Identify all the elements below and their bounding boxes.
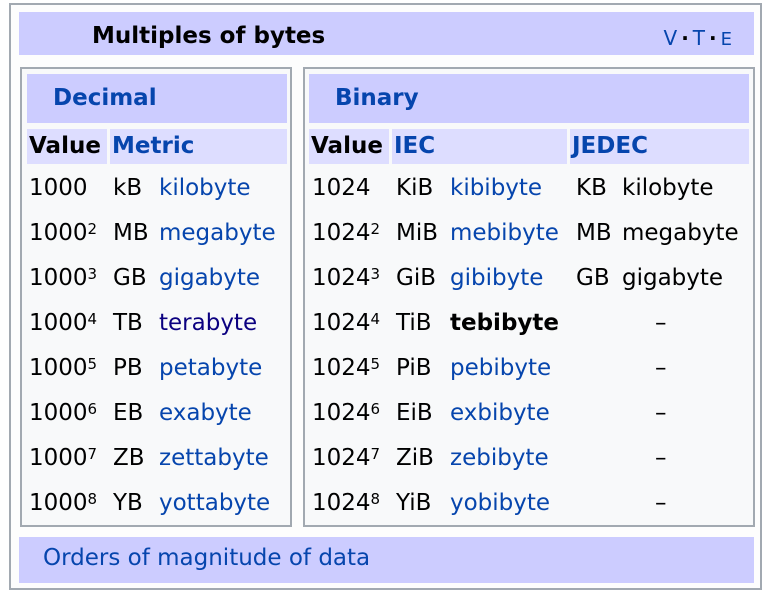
binary-row-5-symbol: PiB (396, 355, 432, 381)
multiples-of-bytes-navbox: Multiples of bytes V · T · E Decimal Value M… (9, 3, 762, 590)
binary-row-1-symbol: KiB (396, 175, 434, 201)
zebibyte-link[interactable]: zebibyte (450, 443, 549, 473)
binary-row-5-value: 10245 (312, 355, 381, 381)
binary-row-2-symbol: MiB (396, 220, 439, 246)
iec-header-link[interactable]: IEC (392, 129, 567, 164)
binary-row-7-value: 10247 (312, 445, 381, 471)
decimal-row-5-symbol: PB (113, 355, 143, 381)
binary-row-8-value: 10248 (312, 490, 381, 516)
decimal-row-7-symbol: ZB (113, 445, 145, 471)
binary-panel: Binary Value IEC JEDEC 1024 KiB kibibyte… (303, 67, 755, 527)
jedec-header-link[interactable]: JEDEC (570, 129, 749, 164)
decimal-row-2-symbol: MB (113, 220, 149, 246)
exabyte-link[interactable]: exabyte (159, 398, 252, 428)
decimal-heading-link[interactable]: Decimal (27, 74, 287, 123)
decimal-row-7-value: 10007 (29, 445, 98, 471)
exbibyte-link[interactable]: exbibyte (450, 398, 550, 428)
jedec-row-7-dash: – (655, 445, 667, 471)
binary-row-6-symbol: EiB (396, 400, 433, 426)
decimal-row-6-value: 10006 (29, 400, 98, 426)
binary-row-4-symbol: TiB (396, 310, 432, 336)
zettabyte-link[interactable]: zettabyte (159, 443, 269, 473)
navbox-footer: Orders of magnitude of data (19, 537, 754, 583)
jedec-row-4-dash: – (655, 310, 667, 336)
vte-links: V · T · E (663, 26, 733, 50)
navbox-title: Multiples of bytes (92, 23, 326, 49)
yottabyte-link[interactable]: yottabyte (159, 488, 270, 518)
jedec-row-1-name: kilobyte (622, 175, 714, 201)
binary-row-1-value: 1024 (312, 175, 371, 201)
decimal-value-header: Value (27, 129, 107, 164)
jedec-row-5-dash: – (655, 355, 667, 381)
decimal-row-1-symbol: kB (113, 175, 143, 201)
edit-template-link[interactable]: E (721, 29, 732, 50)
binary-row-3-value: 10243 (312, 265, 381, 291)
jedec-row-2-name: megabyte (622, 220, 739, 246)
gigabyte-link[interactable]: gigabyte (159, 263, 260, 293)
decimal-row-8-symbol: YB (113, 490, 143, 516)
jedec-row-3-name: gigabyte (622, 265, 724, 291)
decimal-metric-header-link[interactable]: Metric (110, 129, 287, 164)
decimal-row-1-value: 1000 (29, 175, 88, 201)
decimal-row-4-symbol: TB (113, 310, 143, 336)
binary-heading-link[interactable]: Binary (309, 74, 749, 123)
petabyte-link[interactable]: petabyte (159, 353, 262, 383)
binary-row-8-symbol: YiB (396, 490, 432, 516)
decimal-row-6-symbol: EB (113, 400, 144, 426)
decimal-row-4-value: 10004 (29, 310, 98, 336)
jedec-row-3-symbol: GB (576, 265, 610, 291)
talk-template-link[interactable]: T (693, 26, 705, 50)
binary-row-2-value: 10242 (312, 220, 381, 246)
decimal-row-2-value: 10002 (29, 220, 98, 246)
gibibyte-link[interactable]: gibibyte (450, 263, 543, 293)
tebibyte-current-page: tebibyte (450, 310, 559, 336)
kilobyte-link[interactable]: kilobyte (159, 173, 251, 203)
binary-row-3-symbol: GiB (396, 265, 436, 291)
decimal-row-8-value: 10008 (29, 490, 98, 516)
binary-row-7-symbol: ZiB (396, 445, 434, 471)
jedec-row-8-dash: – (655, 490, 667, 516)
terabyte-link[interactable]: terabyte (159, 308, 257, 338)
orders-of-magnitude-link[interactable]: Orders of magnitude of data (43, 545, 370, 571)
decimal-row-5-value: 10005 (29, 355, 98, 381)
binary-row-6-value: 10246 (312, 400, 381, 426)
kibibyte-link[interactable]: kibibyte (450, 173, 542, 203)
decimal-row-3-symbol: GB (113, 265, 147, 291)
binary-row-4-value: 10244 (312, 310, 381, 336)
jedec-row-2-symbol: MB (576, 220, 612, 246)
mebibyte-link[interactable]: mebibyte (450, 218, 559, 248)
binary-value-header: Value (309, 129, 389, 164)
pebibyte-link[interactable]: pebibyte (450, 353, 551, 383)
view-template-link[interactable]: V (664, 26, 678, 50)
jedec-row-1-symbol: KB (576, 175, 607, 201)
navbox-title-bar: Multiples of bytes V · T · E (19, 12, 754, 55)
yobibyte-link[interactable]: yobibyte (450, 488, 550, 518)
jedec-row-6-dash: – (655, 400, 667, 426)
megabyte-link[interactable]: megabyte (159, 218, 276, 248)
decimal-panel: Decimal Value Metric 1000 kB kilobyte 10… (20, 67, 292, 527)
decimal-row-3-value: 10003 (29, 265, 98, 291)
